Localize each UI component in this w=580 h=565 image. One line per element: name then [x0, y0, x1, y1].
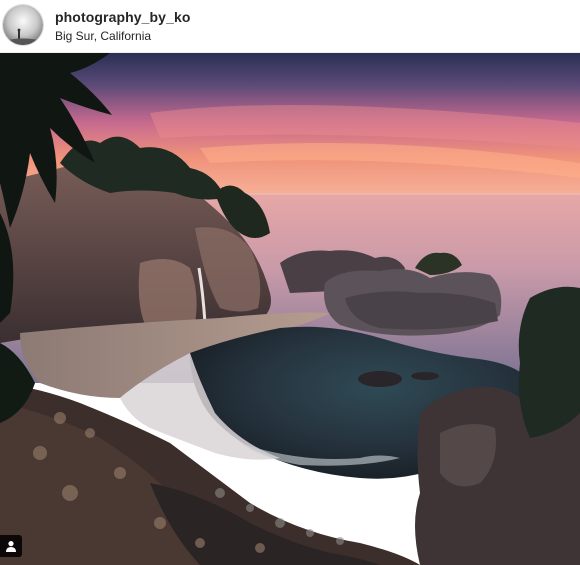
avatar[interactable]: [3, 5, 43, 45]
username-link[interactable]: photography_by_ko: [55, 9, 191, 25]
post-photo[interactable]: [0, 53, 580, 565]
user-tag-icon[interactable]: [0, 535, 22, 557]
location-link[interactable]: Big Sur, California: [55, 29, 151, 43]
person-icon: [6, 541, 16, 552]
instagram-post: photography_by_ko Big Sur, California: [0, 0, 580, 565]
post-image: [0, 53, 580, 565]
avatar-image: [3, 5, 43, 45]
post-header: photography_by_ko Big Sur, California: [0, 0, 580, 53]
